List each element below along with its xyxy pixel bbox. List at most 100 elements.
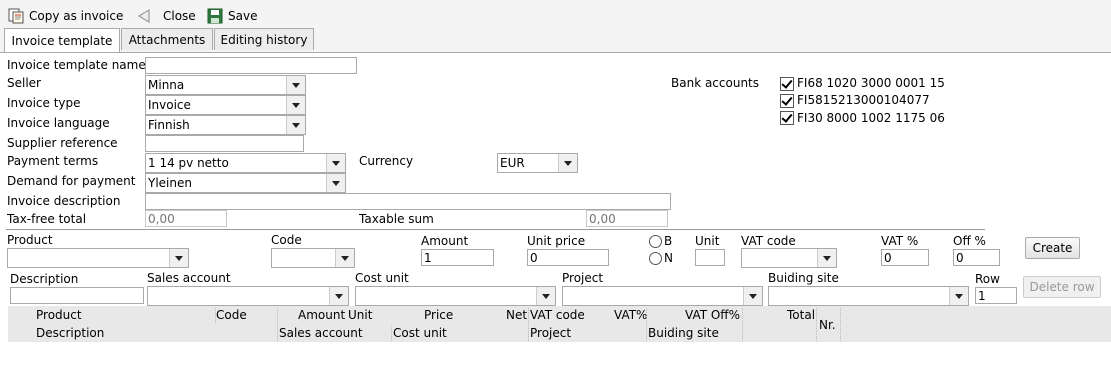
tab-invoice-template-label: Invoice template <box>11 33 113 48</box>
bank-account-checkbox-1[interactable] <box>780 77 794 91</box>
payment-terms-select[interactable]: 1 14 pv netto <box>145 153 346 173</box>
chevron-down-icon <box>329 287 348 305</box>
column-divider <box>277 308 279 341</box>
seller-select[interactable]: Minna <box>145 75 306 95</box>
currency-value: EUR <box>500 156 525 170</box>
back-arrow-icon <box>136 8 152 24</box>
chevron-down-icon <box>817 249 836 267</box>
vat-code-label: VAT code <box>741 234 796 248</box>
bank-account-number: FI30 8000 1002 1175 06 <box>797 111 945 125</box>
copy-invoice-icon <box>8 8 24 24</box>
unit-price-label: Unit price <box>527 234 586 248</box>
col-vat-code[interactable]: VAT code <box>530 307 585 324</box>
supplier-reference-label: Supplier reference <box>7 136 118 150</box>
bank-account-checkbox-2[interactable] <box>780 94 794 108</box>
product-select[interactable] <box>7 248 189 268</box>
invoice-language-label: Invoice language <box>7 116 110 130</box>
column-divider <box>742 308 744 341</box>
col-project[interactable]: Project <box>530 325 571 342</box>
save-label: Save <box>228 9 258 23</box>
tab-attachments[interactable]: Attachments <box>121 28 213 50</box>
tab-editing-history[interactable]: Editing history <box>214 28 314 50</box>
col-total[interactable]: Total <box>787 307 815 324</box>
chevron-down-icon <box>335 249 354 267</box>
save-button[interactable]: Save <box>207 7 257 25</box>
chevron-down-icon <box>286 116 305 134</box>
unit-input[interactable] <box>695 249 725 266</box>
col-amount[interactable]: Amount <box>298 307 345 324</box>
radio-b[interactable] <box>649 235 662 248</box>
demand-label: Demand for payment <box>7 174 136 188</box>
col-sales-account[interactable]: Sales account <box>279 325 363 342</box>
invoice-type-value: Invoice <box>148 98 191 112</box>
bank-account-checkbox-3[interactable] <box>780 111 794 125</box>
taxfree-label: Tax-free total <box>7 212 87 226</box>
demand-select[interactable]: Yleinen <box>145 173 346 193</box>
row-label: Row <box>975 272 1000 286</box>
sales-account-label: Sales account <box>147 271 231 285</box>
currency-label: Currency <box>359 154 414 168</box>
payment-terms-label: Payment terms <box>7 154 99 168</box>
col-cost-unit[interactable]: Cost unit <box>393 325 447 342</box>
tab-invoice-template[interactable]: Invoice template <box>4 28 120 52</box>
seller-value: Minna <box>148 78 185 92</box>
chevron-down-icon <box>286 96 305 114</box>
col-building-site[interactable]: Buiding site <box>648 325 719 342</box>
chevron-down-icon <box>743 287 762 305</box>
divider <box>6 229 985 230</box>
vat-pct-input[interactable] <box>881 249 929 266</box>
col-vat-off-pct[interactable]: VAT Off% <box>685 307 740 324</box>
unit-label: Unit <box>695 234 720 248</box>
chevron-down-icon <box>169 249 188 267</box>
taxfree-input <box>145 210 227 227</box>
radio-n-label: N <box>664 251 673 265</box>
description-input[interactable] <box>10 287 144 304</box>
row-input[interactable] <box>975 287 1017 304</box>
col-price[interactable]: Price <box>424 307 453 324</box>
building-site-select[interactable] <box>768 286 969 306</box>
invoice-type-select[interactable]: Invoice <box>145 95 306 115</box>
invoice-language-select[interactable]: Finnish <box>145 115 306 135</box>
delete-row-button[interactable]: Delete row <box>1023 276 1101 298</box>
radio-b-label: B <box>664 234 673 248</box>
product-label: Product <box>7 233 53 247</box>
amount-input[interactable] <box>421 249 494 266</box>
project-select[interactable] <box>562 286 763 306</box>
code-select[interactable] <box>271 248 355 268</box>
cost-unit-label: Cost unit <box>355 271 409 285</box>
cost-unit-select[interactable] <box>355 286 556 306</box>
chevron-down-icon <box>326 174 345 192</box>
vat-pct-label: VAT % <box>881 234 919 248</box>
currency-select[interactable]: EUR <box>497 153 578 173</box>
payment-terms-value: 1 14 pv netto <box>148 156 229 170</box>
code-label: Code <box>271 233 302 247</box>
col-net[interactable]: Net <box>506 307 527 324</box>
tab-attachments-label: Attachments <box>128 32 206 47</box>
template-name-input[interactable] <box>145 57 357 74</box>
building-site-label: Buiding site <box>768 271 839 285</box>
invoice-type-label: Invoice type <box>7 96 81 110</box>
close-label: Close <box>163 9 196 23</box>
col-code[interactable]: Code <box>216 307 247 324</box>
invoice-description-input[interactable] <box>145 193 671 210</box>
col-unit[interactable]: Unit <box>348 307 372 324</box>
vat-code-select[interactable] <box>741 248 837 268</box>
column-divider <box>646 308 648 341</box>
supplier-reference-input[interactable] <box>145 135 304 152</box>
radio-n[interactable] <box>649 252 662 265</box>
bank-accounts-label: Bank accounts <box>671 76 760 90</box>
col-description[interactable]: Description <box>36 325 104 342</box>
sales-account-select[interactable] <box>147 286 349 306</box>
unit-price-input[interactable] <box>527 249 609 266</box>
copy-as-invoice-button[interactable]: Copy as invoice <box>8 7 123 25</box>
taxable-label: Taxable sum <box>359 212 434 226</box>
col-vat-pct[interactable]: VAT% <box>614 307 647 324</box>
close-button[interactable]: Close <box>136 7 196 25</box>
col-product[interactable]: Product <box>36 307 82 324</box>
column-divider <box>391 326 393 341</box>
create-button[interactable]: Create <box>1025 237 1080 259</box>
chevron-down-icon <box>326 154 345 172</box>
off-pct-input[interactable] <box>953 249 1000 266</box>
col-nr[interactable]: Nr. <box>819 317 836 334</box>
bank-account-number: FI5815213000104077 <box>797 93 930 107</box>
